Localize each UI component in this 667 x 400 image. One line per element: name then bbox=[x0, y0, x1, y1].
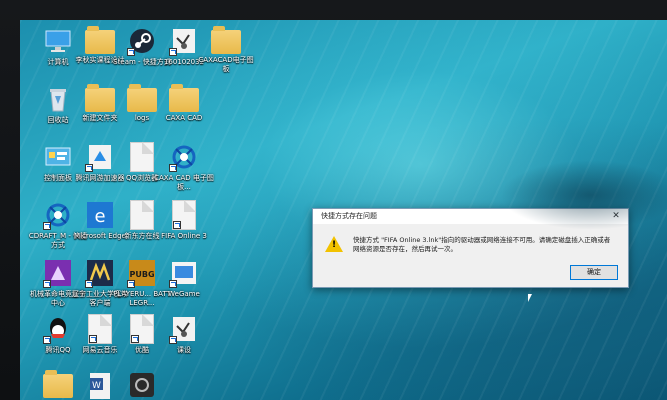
recycle-bin-icon bbox=[43, 84, 73, 114]
computer-icon bbox=[43, 26, 73, 56]
dialog-body: ! 快捷方式 "FIFA Online 3.lnk"指向的驱动器或网络连接不可用… bbox=[313, 224, 628, 287]
svg-text:PUBG: PUBG bbox=[129, 270, 154, 279]
dialog-title: 快捷方式存在问题 bbox=[321, 212, 377, 220]
edge-icon: e bbox=[85, 200, 115, 230]
document-icon bbox=[88, 314, 112, 344]
folder-icon bbox=[211, 26, 241, 54]
icon-label: FIFA Online 3 bbox=[161, 232, 207, 240]
qq-icon bbox=[43, 314, 73, 344]
steam-icon bbox=[127, 26, 157, 56]
shortcut-arrow-icon bbox=[89, 335, 97, 343]
ok-button[interactable]: 确定 bbox=[570, 265, 618, 280]
control-panel-icon bbox=[43, 142, 73, 172]
fifa-icon bbox=[172, 200, 196, 230]
desktop-icon-app-bottom[interactable] bbox=[112, 370, 172, 400]
wegame-icon bbox=[169, 258, 199, 288]
icon-label: CAXA CAD bbox=[165, 114, 203, 122]
shortcut-arrow-icon bbox=[43, 336, 51, 344]
caxa-icon bbox=[169, 142, 199, 172]
shortcut-arrow-icon bbox=[169, 164, 177, 172]
shortcut-arrow-icon bbox=[43, 280, 51, 288]
mechrevo-icon bbox=[43, 258, 73, 288]
shortcut-arrow-icon bbox=[127, 48, 135, 56]
shortcut-arrow-icon bbox=[169, 336, 177, 344]
shortcut-arrow-icon bbox=[169, 48, 177, 56]
folder-icon bbox=[85, 26, 115, 54]
document-icon bbox=[130, 142, 154, 172]
shortcut-arrow-icon bbox=[85, 280, 93, 288]
shortcut-arrow-icon bbox=[169, 280, 177, 288]
file-icon bbox=[169, 26, 199, 56]
svg-text:e: e bbox=[94, 206, 105, 227]
icon-label: 课设 bbox=[177, 346, 191, 354]
desktop-icon-caxacad-folder[interactable]: CAXACAD电子图板 bbox=[196, 26, 256, 74]
file-icon bbox=[169, 314, 199, 344]
icon-label: CAXACAD电子图板 bbox=[198, 56, 254, 73]
desktop[interactable]: 计算机 李秋实课程设计 Steam - 快捷方式 160102032 CAXAC… bbox=[20, 20, 667, 400]
warning-icon: ! bbox=[325, 236, 343, 252]
desktop-icon-caxa-cad-board[interactable]: CAXA CAD 电子图板... bbox=[154, 142, 214, 192]
caxa-icon bbox=[43, 200, 73, 230]
folder-icon bbox=[43, 370, 73, 398]
desktop-icon-wegame[interactable]: WeGame bbox=[154, 258, 214, 299]
shortcut-error-dialog[interactable]: 快捷方式存在问题 ✕ ! 快捷方式 "FIFA Online 3.lnk"指向的… bbox=[312, 208, 629, 288]
desktop-icon-course-file[interactable]: 课设 bbox=[154, 314, 214, 355]
dialog-titlebar[interactable]: 快捷方式存在问题 ✕ bbox=[313, 209, 628, 224]
icon-label: CAXA CAD 电子图板... bbox=[154, 174, 214, 191]
accelerator-icon bbox=[85, 142, 115, 172]
shortcut-arrow-icon bbox=[127, 280, 135, 288]
folder-icon bbox=[127, 84, 157, 112]
shortcut-arrow-icon bbox=[131, 335, 139, 343]
svg-text:W: W bbox=[92, 381, 101, 391]
app-icon bbox=[127, 370, 157, 400]
university-icon bbox=[85, 258, 115, 288]
dialog-message: 快捷方式 "FIFA Online 3.lnk"指向的驱动器或网络连接不可用。请… bbox=[353, 236, 611, 253]
icon-label: WeGame bbox=[168, 290, 200, 298]
mouse-cursor-icon bbox=[528, 294, 532, 302]
folder-icon bbox=[169, 84, 199, 112]
shortcut-arrow-icon bbox=[173, 221, 181, 229]
folder-icon bbox=[85, 84, 115, 112]
document-icon bbox=[130, 200, 154, 230]
document-icon bbox=[130, 314, 154, 344]
close-button[interactable]: ✕ bbox=[610, 209, 622, 224]
word-icon: W bbox=[85, 370, 115, 400]
desktop-icon-fifa-online[interactable]: FIFA Online 3 bbox=[154, 200, 214, 241]
shortcut-arrow-icon bbox=[43, 222, 51, 230]
pubg-icon: PUBG bbox=[127, 258, 157, 288]
shortcut-arrow-icon bbox=[85, 164, 93, 172]
desktop-icon-caxa-cad-folder[interactable]: CAXA CAD bbox=[154, 84, 214, 123]
